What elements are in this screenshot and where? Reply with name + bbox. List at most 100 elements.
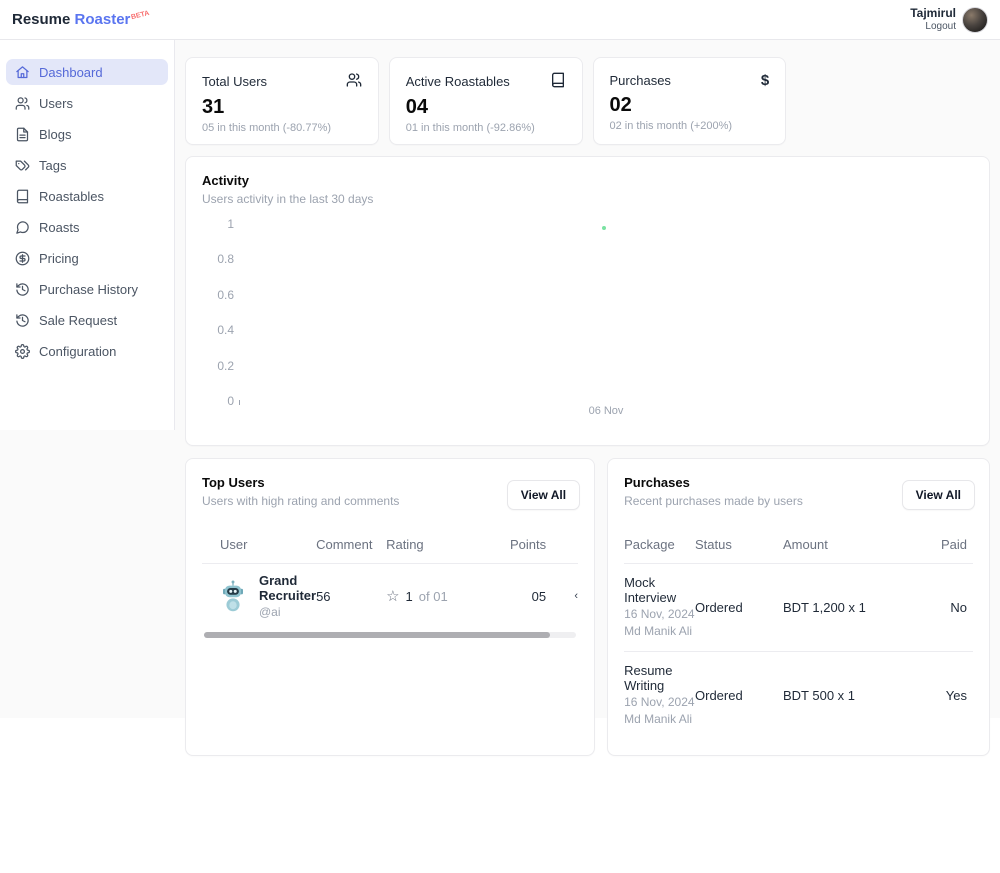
sidebar-item-users[interactable]: Users <box>6 90 168 116</box>
sidebar-item-label: Roasts <box>39 220 79 235</box>
history-icon <box>15 282 30 297</box>
sidebar-item-tags[interactable]: Tags <box>6 152 168 178</box>
x-axis-origin-tick <box>239 400 240 405</box>
bottom-grid: Top Users Users with high rating and com… <box>185 458 990 756</box>
dollar-circle-icon <box>15 251 30 266</box>
column-header-amount: Amount <box>783 537 918 552</box>
top-users-view-all-button[interactable]: View All <box>507 480 580 510</box>
sidebar-item-label: Roastables <box>39 189 104 204</box>
activity-data-point[interactable] <box>602 226 606 230</box>
y-axis-tick: 0.2 <box>202 359 234 373</box>
top-user-handle: @ai <box>259 605 316 619</box>
sidebar-item-roasts[interactable]: Roasts <box>6 214 168 240</box>
chat-bubble-icon <box>15 220 30 235</box>
horizontal-scrollbar[interactable] <box>204 632 576 638</box>
stat-card-active-roastables: Active Roastables 04 01 in this month (-… <box>389 57 583 145</box>
app-logo[interactable]: Resume RoasterBETA <box>12 11 149 28</box>
logo-primary: Resume <box>12 11 70 28</box>
column-header-rating: Rating <box>386 537 494 552</box>
sidebar-item-dashboard[interactable]: Dashboard <box>6 59 168 85</box>
purchase-paid: No <box>918 600 973 615</box>
sidebar-item-blogs[interactable]: Blogs <box>6 121 168 147</box>
plot-area: 06 Nov <box>239 208 973 422</box>
top-user-comment-count: 56 <box>316 589 386 604</box>
table-row[interactable]: Mock Interview 16 Nov, 2024 Md Manik Ali… <box>624 564 973 652</box>
purchases-table-header: Package Status Amount Paid <box>624 528 973 564</box>
tags-icon <box>15 158 30 173</box>
stat-title: Purchases <box>610 73 671 88</box>
top-user-rating: ☆ 1 of 01 <box>386 589 494 604</box>
logout-button[interactable]: Logout <box>910 21 956 33</box>
page: Resume RoasterBETA Tajmirul Logout Dashb… <box>0 0 1000 873</box>
rating-suffix: of 01 <box>419 589 448 604</box>
main-content: Total Users 31 05 in this month (-80.77%… <box>175 40 1000 756</box>
sidebar-item-purchase-history[interactable]: Purchase History <box>6 276 168 302</box>
sidebar-item-label: Dashboard <box>39 65 103 80</box>
stats-grid: Total Users 31 05 in this month (-80.77%… <box>185 57 990 145</box>
purchase-status: Ordered <box>695 688 783 703</box>
sidebar-item-label: Blogs <box>39 127 72 142</box>
purchase-date: 16 Nov, 2024 <box>624 607 695 622</box>
stat-value: 31 <box>202 96 362 119</box>
sidebar-item-configuration[interactable]: Configuration <box>6 338 168 364</box>
beta-badge: BETA <box>131 10 151 21</box>
purchase-amount: BDT 1,200 x 1 <box>783 600 918 615</box>
gear-icon <box>15 344 30 359</box>
purchases-view-all-button[interactable]: View All <box>902 480 975 510</box>
robot-avatar <box>220 580 246 612</box>
sidebar-item-label: Purchase History <box>39 282 138 297</box>
y-axis-tick: 0.8 <box>202 252 234 266</box>
stat-title: Total Users <box>202 74 267 89</box>
rating-value: 1 <box>406 589 413 604</box>
sidebar-item-label: Configuration <box>39 344 116 359</box>
purchase-date: 16 Nov, 2024 <box>624 695 695 710</box>
purchase-customer: Md Manik Ali <box>624 712 695 727</box>
user-menu: Tajmirul Logout <box>910 7 988 33</box>
top-bar: Resume RoasterBETA Tajmirul Logout <box>0 0 1000 40</box>
stat-value: 02 <box>610 94 770 117</box>
stat-card-purchases: Purchases $ 02 02 in this month (+200%) <box>593 57 787 145</box>
y-axis-tick: 1 <box>202 217 234 231</box>
sidebar-item-sale-request[interactable]: Sale Request <box>6 307 168 333</box>
table-row[interactable]: Resume Writing 16 Nov, 2024 Md Manik Ali… <box>624 652 973 739</box>
top-user-points: 05 <box>494 589 546 604</box>
stat-card-total-users: Total Users 31 05 in this month (-80.77%… <box>185 57 379 145</box>
y-axis-tick: 0.4 <box>202 323 234 337</box>
users-icon <box>346 72 362 91</box>
purchase-package: Resume Writing <box>624 663 695 693</box>
sidebar-item-roastables[interactable]: Roastables <box>6 183 168 209</box>
column-header-user: User <box>202 537 316 552</box>
table-row[interactable]: Grand Recruiter @ai 56 ☆ 1 of 01 05 ‹ <box>202 564 578 630</box>
y-axis-tick: 0 <box>202 394 234 408</box>
stat-title: Active Roastables <box>406 74 510 89</box>
user-name: Tajmirul <box>910 7 956 21</box>
y-axis-tick: 0.6 <box>202 288 234 302</box>
column-header-status: Status <box>695 537 783 552</box>
clipped-column <box>546 537 578 552</box>
scrollbar-thumb[interactable] <box>204 632 550 638</box>
top-users-table-header: User Comment Rating Points <box>202 528 578 564</box>
activity-panel: Activity Users activity in the last 30 d… <box>185 156 990 446</box>
star-icon: ☆ <box>386 589 399 604</box>
sidebar-item-pricing[interactable]: Pricing <box>6 245 168 271</box>
sidebar-item-label: Pricing <box>39 251 79 266</box>
purchase-package: Mock Interview <box>624 575 695 605</box>
sidebar-item-label: Tags <box>39 158 66 173</box>
column-header-paid: Paid <box>918 537 973 552</box>
book-icon <box>15 189 30 204</box>
home-icon <box>15 65 30 80</box>
purchase-amount: BDT 500 x 1 <box>783 688 918 703</box>
stat-subtext: 02 in this month (+200%) <box>610 120 770 132</box>
app-shell: Dashboard Users Blogs Tags <box>0 40 1000 718</box>
sidebar-item-label: Users <box>39 96 73 111</box>
user-avatar[interactable] <box>962 7 988 33</box>
history-icon <box>15 313 30 328</box>
sidebar-item-label: Sale Request <box>39 313 117 328</box>
users-icon <box>15 96 30 111</box>
purchase-paid: Yes <box>918 688 973 703</box>
purchase-customer: Md Manik Ali <box>624 624 695 639</box>
activity-subtitle: Users activity in the last 30 days <box>202 192 973 206</box>
top-user-name: Grand Recruiter <box>259 573 316 603</box>
column-header-comment: Comment <box>316 537 386 552</box>
clipped-cell-fragment: ‹ <box>546 590 578 602</box>
